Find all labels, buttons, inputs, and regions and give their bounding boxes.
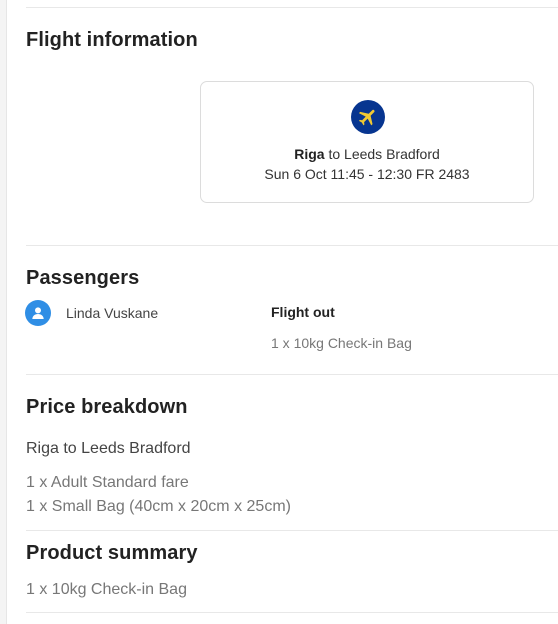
flight-out-label: Flight out — [271, 304, 335, 320]
airplane-icon — [351, 100, 385, 134]
left-panel-edge — [0, 0, 7, 624]
passenger-name: Linda Vuskane — [66, 305, 159, 321]
flight-out-item: 1 x 10kg Check-in Bag — [271, 335, 412, 351]
product-item: 1 x 10kg Check-in Bag — [26, 581, 187, 598]
section-divider — [26, 374, 558, 375]
price-route: Riga to Leeds Bradford — [26, 440, 191, 457]
flight-card: Riga to Leeds Bradford Sun 6 Oct 11:45 -… — [200, 81, 534, 203]
route-destination: to Leeds Bradford — [328, 146, 440, 162]
flight-time: Sun 6 Oct 11:45 - 12:30 FR 2483 — [264, 166, 470, 182]
route-origin: Riga — [294, 146, 325, 162]
price-item: 1 x Adult Standard fare — [26, 474, 189, 491]
section-divider — [26, 245, 558, 246]
section-divider — [26, 7, 558, 8]
product-summary-title: Product summary — [26, 542, 198, 564]
section-divider — [26, 612, 558, 613]
flight-information-title: Flight information — [26, 29, 198, 51]
section-divider — [26, 530, 558, 531]
passengers-title: Passengers — [26, 267, 140, 289]
price-breakdown-title: Price breakdown — [26, 396, 188, 418]
flight-route: Riga to Leeds Bradford — [201, 146, 533, 162]
price-item: 1 x Small Bag (40cm x 20cm x 25cm) — [26, 498, 291, 515]
user-icon — [25, 300, 51, 326]
